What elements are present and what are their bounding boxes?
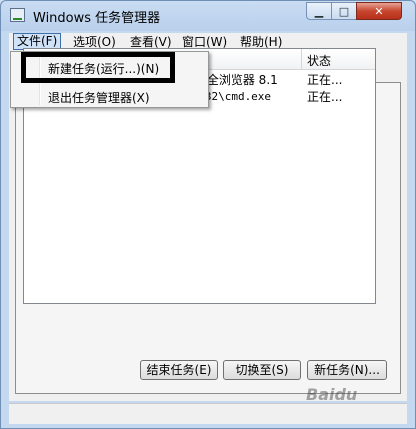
close-button[interactable]: ✕ xyxy=(356,2,402,20)
title-bar[interactable]: Windows 任务管理器 ▁ □ ✕ xyxy=(1,1,415,31)
end-task-button[interactable]: 结束任务(E) xyxy=(140,360,218,380)
column-header-status[interactable]: 状态 xyxy=(307,52,331,69)
maximize-icon: □ xyxy=(338,4,350,18)
watermark: Baidu xyxy=(306,385,358,404)
column-separator[interactable] xyxy=(301,49,302,69)
status-bar xyxy=(9,403,407,424)
annotation-highlight-box xyxy=(21,52,175,83)
menu-item-exit[interactable]: 退出任务管理器(X) xyxy=(48,89,150,106)
minimize-button[interactable]: ▁ xyxy=(306,2,332,20)
task-manager-icon xyxy=(10,8,25,22)
task-manager-window: Windows 任务管理器 ▁ □ ✕ 文件(F) 选项(O) 查看(V) 窗口… xyxy=(0,0,416,429)
task-status: 正在... xyxy=(307,90,343,104)
minimize-icon: ▁ xyxy=(314,4,324,18)
new-task-button[interactable]: 新任务(N)... xyxy=(307,360,387,380)
maximize-button[interactable]: □ xyxy=(331,2,357,20)
switch-to-button[interactable]: 切换至(S) xyxy=(223,360,301,380)
window-title: Windows 任务管理器 xyxy=(33,11,161,26)
task-status: 正在... xyxy=(307,73,343,87)
close-icon: ✕ xyxy=(374,4,384,18)
